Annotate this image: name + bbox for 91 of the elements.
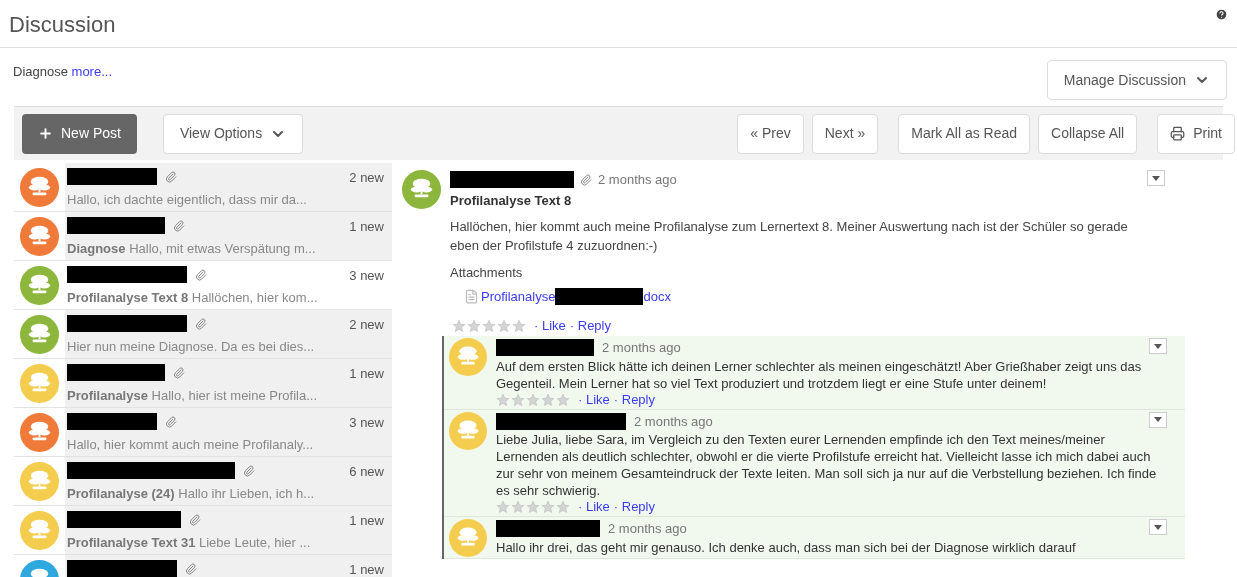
star-icon[interactable] <box>496 500 510 514</box>
menu-caret-button[interactable] <box>1149 338 1167 354</box>
thread-item[interactable]: 1 new Profilanalyse Hallo, hier ist meine Profila... <box>14 359 392 408</box>
more-link[interactable]: more... <box>71 64 113 79</box>
description-text: Diagnose more... <box>13 63 113 81</box>
reply-link[interactable]: · Reply <box>569 318 611 334</box>
toolbar-button[interactable]: Next » <box>811 113 879 154</box>
attachment-link[interactable]: Profilanalyse <box>481 286 556 306</box>
star-icon[interactable] <box>497 319 511 333</box>
help-icon[interactable] <box>1215 8 1228 21</box>
paperclip-icon <box>165 170 177 183</box>
plus-icon <box>38 126 53 141</box>
thread-preview: Profilanalyse Hallo, hier ist meine Profila... <box>67 386 318 405</box>
thread-preview: Profilanalyse Text 8 Hallöchen, hier kom... <box>67 288 319 307</box>
thread-item[interactable]: 1 new Profilanalyse Text 31 Liebe Leute, hier ... <box>14 506 392 555</box>
star-icon[interactable] <box>526 500 540 514</box>
paperclip-icon <box>195 317 207 330</box>
menu-caret-button[interactable] <box>1149 519 1167 535</box>
star-icon[interactable] <box>541 500 555 514</box>
file-icon <box>464 288 479 304</box>
view-options-button[interactable]: View Options <box>162 113 304 154</box>
thread-preview: Profilanalyse Text 31 Liebe Leute, hier ... <box>67 533 312 552</box>
star-icon[interactable] <box>512 319 526 333</box>
thread-preview: Hier nun meine Diagnose. Da es bei dies... <box>67 337 316 356</box>
new-post-button[interactable]: New Post <box>22 113 137 154</box>
thread-item[interactable]: 1 new Diagnose Hallo, mit etwas Verspätung m... <box>14 212 392 261</box>
caret-icon <box>1154 524 1162 530</box>
thread-preview: Profilanalyse (24) Hallo ihr Lieben, ich h... <box>67 484 316 503</box>
post-title: Profilanalyse Text 8 <box>450 191 573 210</box>
paperclip-icon <box>173 219 185 232</box>
star-icon[interactable] <box>556 392 570 407</box>
thread-item[interactable]: 6 new Profilanalyse (24) Hallo ihr Lieben, ich h... <box>14 457 392 506</box>
reply-link[interactable]: · Reply <box>613 499 655 515</box>
new-count: 3 new <box>349 267 384 285</box>
star-icon[interactable] <box>496 392 510 407</box>
thread-item[interactable]: 2 new Hier nun meine Diagnose. Da es bei dies... <box>14 310 392 359</box>
star-icon[interactable] <box>511 392 525 407</box>
star-icon[interactable] <box>511 500 525 514</box>
toolbar-button[interactable]: « Prev <box>737 113 804 154</box>
menu-caret-button[interactable] <box>1147 170 1165 186</box>
thread-preview: Hallo, hier kommt auch meine Profilanaly... <box>67 435 315 454</box>
new-count: 2 new <box>349 316 384 334</box>
post-body: Hallöchen, hier kommt auch meine Profilanalyse zum Lernertext 8. Meiner Auswertung nach ist der Schüler so gerade eben der Profilstufe 4 zuzuordnen:-) <box>450 218 1129 255</box>
reply-body: Hallo ihr drei, das geht mir genauso. Ich denke auch, dass man sich bei der Diagnose wirklich darauf <box>496 538 1077 556</box>
attachment-link[interactable]: docx <box>643 286 671 306</box>
post-time: 2 months ago <box>598 171 677 189</box>
star-icon[interactable] <box>541 392 555 407</box>
star-icon[interactable] <box>556 500 570 514</box>
like-link[interactable]: · Like <box>534 318 566 334</box>
menu-caret-button[interactable] <box>1149 411 1167 428</box>
star-icon[interactable] <box>526 392 540 407</box>
paperclip-icon <box>580 173 592 186</box>
reply-link[interactable]: · Reply <box>613 391 655 408</box>
reply-body: Auf dem ersten Blick hätte ich deinen Lerner schlechter als meinen eingeschätzt! Aber Grießhaber zeigt uns das Gegenteil. Mein Lerner hat so viel Text produziert und trotzdem liegt er eine Stufe unter deinem! <box>496 357 1143 392</box>
paperclip-icon <box>173 366 185 379</box>
thread-item[interactable]: 3 new Hallo, hier kommt auch meine Profilanaly... <box>14 408 392 457</box>
toolbar-button[interactable]: Collapse All <box>1038 113 1138 154</box>
star-icon[interactable] <box>452 319 466 333</box>
like-link[interactable]: · Like <box>578 391 610 408</box>
thread-item[interactable]: 1 new <box>14 555 392 577</box>
new-count: 1 new <box>349 561 384 577</box>
like-link[interactable]: · Like <box>578 499 610 515</box>
thread-preview: Hallo, ich dachte eigentlich, dass mir da... <box>67 190 308 209</box>
manage-discussion-button[interactable]: Manage Discussion <box>1046 60 1227 100</box>
printer-icon <box>1170 126 1186 141</box>
new-count: 2 new <box>349 169 384 187</box>
reply-time: 2 months ago <box>602 339 681 357</box>
page-title: Discussion <box>9 11 116 39</box>
new-count: 1 new <box>349 218 384 236</box>
caret-icon <box>1154 417 1162 422</box>
thread-preview: Diagnose Hallo, mit etwas Verspätung m... <box>67 239 317 258</box>
toolbar-button[interactable]: Mark All as Read <box>898 113 1031 154</box>
thread-item[interactable]: 2 new Hallo, ich dachte eigentlich, dass mir da... <box>14 163 392 212</box>
paperclip-icon <box>243 464 255 477</box>
paperclip-icon <box>189 513 201 526</box>
star-icon[interactable] <box>482 319 496 333</box>
attachments-label: Attachments <box>450 264 524 282</box>
new-count: 1 new <box>349 512 384 530</box>
caret-icon <box>1154 343 1162 349</box>
reply-body: Liebe Julia, liebe Sara, im Vergleich zu den Texten eurer Lernenden empfinde ich den Text meines/meiner Lernenden als deutlich schlechter, obwohl er die vierte Profilstufe erreicht hat. Vielleicht lasse ich mich dabei auch zur sehr von meinem Gesamteindruck der Texte leiten. Man soll sich ja nur auf die Verbstellung beziehen. Ich finde es sehr schwierig. <box>496 431 1158 499</box>
caret-icon <box>1152 175 1160 181</box>
paperclip-icon <box>195 268 207 281</box>
paperclip-icon <box>165 415 177 428</box>
paperclip-icon <box>185 562 197 575</box>
star-icon[interactable] <box>467 319 481 333</box>
reply-time: 2 months ago <box>608 520 687 538</box>
new-count: 6 new <box>349 463 384 481</box>
new-count: 3 new <box>349 414 384 432</box>
print-button[interactable]: Print <box>1157 113 1235 154</box>
reply-time: 2 months ago <box>634 412 713 431</box>
new-count: 1 new <box>349 365 384 383</box>
